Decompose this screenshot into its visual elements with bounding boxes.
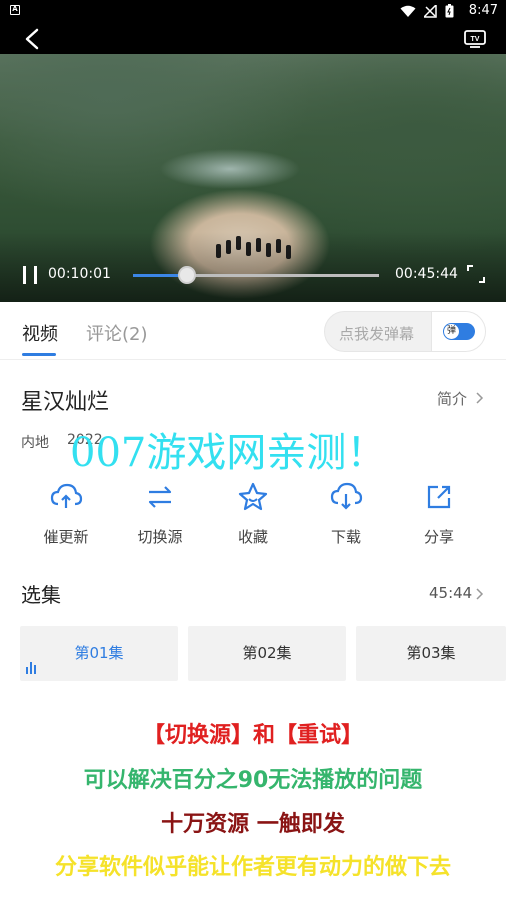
share-icon xyxy=(427,485,451,509)
status-icons xyxy=(400,4,454,18)
action-urge-update[interactable]: 催更新 xyxy=(26,480,106,550)
episode-label: 第01集 xyxy=(74,644,124,662)
episode-label: 第02集 xyxy=(242,644,292,662)
promo-line: 十万资源 一触即发 xyxy=(161,812,345,837)
show-region: 内地 xyxy=(21,435,49,451)
danmaku-input[interactable]: 点我发弹幕 xyxy=(339,323,414,344)
video-player[interactable]: TV 00:10:01 00:45:44 xyxy=(0,22,506,302)
action-download[interactable]: 下载 xyxy=(306,480,386,550)
promo-line: 分享软件似乎能让作者更有动力的做下去 xyxy=(54,855,451,880)
show-title: 星汉灿烂 xyxy=(21,390,110,415)
action-label: 切换源 xyxy=(137,528,183,546)
action-label: 催更新 xyxy=(43,528,89,546)
svg-text:TV: TV xyxy=(471,36,480,43)
episode-card[interactable]: 第02集 xyxy=(188,626,346,681)
action-favorite[interactable]: 收藏 xyxy=(213,480,293,550)
danmaku-toggle[interactable]: 弹 xyxy=(431,312,485,351)
episode-card[interactable]: 第01集 xyxy=(20,626,178,681)
tab-underline xyxy=(22,353,56,356)
cloud-download-icon xyxy=(330,482,363,510)
tab-bar: 视频 评论(2) 点我发弹幕 弹 xyxy=(0,302,506,360)
tab-comments[interactable]: 评论(2) xyxy=(86,320,148,346)
signal-icon xyxy=(424,4,437,18)
status-time: 8:47 xyxy=(468,3,498,18)
duration-time: 00:45:44 xyxy=(395,266,458,282)
progress-thumb[interactable] xyxy=(178,266,197,284)
action-label: 分享 xyxy=(423,528,454,546)
tv-cast-icon[interactable]: TV xyxy=(464,30,486,48)
action-share[interactable]: 分享 xyxy=(399,480,479,550)
promo-line: 【切换源】和【重试】 xyxy=(142,723,363,748)
danmaku-toggle-track: 弹 xyxy=(443,323,475,340)
current-time: 00:10:01 xyxy=(48,266,111,282)
star-icon xyxy=(238,482,268,511)
progress-track[interactable] xyxy=(133,274,379,277)
episodes-total[interactable]: 45:44 xyxy=(429,584,472,602)
promo-line: 可以解决百分之90无法播放的问题 xyxy=(83,768,423,793)
tab-video[interactable]: 视频 xyxy=(22,320,58,346)
pause-icon[interactable] xyxy=(22,266,38,284)
fullscreen-icon[interactable] xyxy=(466,264,486,284)
cloud-refresh-icon xyxy=(50,483,83,508)
danmaku-bar: 点我发弹幕 弹 xyxy=(324,311,486,352)
action-switch-source[interactable]: 切换源 xyxy=(120,480,200,550)
intro-link[interactable]: 简介 xyxy=(437,388,467,409)
player-controls: 00:10:01 00:45:44 xyxy=(0,258,506,292)
switch-source-icon xyxy=(148,486,172,508)
episode-card[interactable]: 第03集 xyxy=(356,626,506,681)
wifi-icon xyxy=(400,5,416,17)
episode-label: 第03集 xyxy=(406,644,456,662)
action-label: 收藏 xyxy=(237,528,268,546)
danmaku-toggle-knob: 弹 xyxy=(444,324,459,339)
chevron-right-icon[interactable] xyxy=(474,587,484,601)
now-playing-icon xyxy=(26,662,40,674)
back-icon[interactable] xyxy=(22,28,44,50)
sim-icon: A xyxy=(10,5,20,15)
status-bar: A 8:47 xyxy=(0,0,506,22)
episodes-title: 选集 xyxy=(21,583,61,607)
chevron-right-icon[interactable] xyxy=(474,391,484,405)
watermark-text: 007游戏网亲测！ xyxy=(70,430,387,476)
battery-icon xyxy=(445,4,454,18)
player-topbar: TV xyxy=(0,22,506,54)
action-label: 下载 xyxy=(330,528,361,546)
